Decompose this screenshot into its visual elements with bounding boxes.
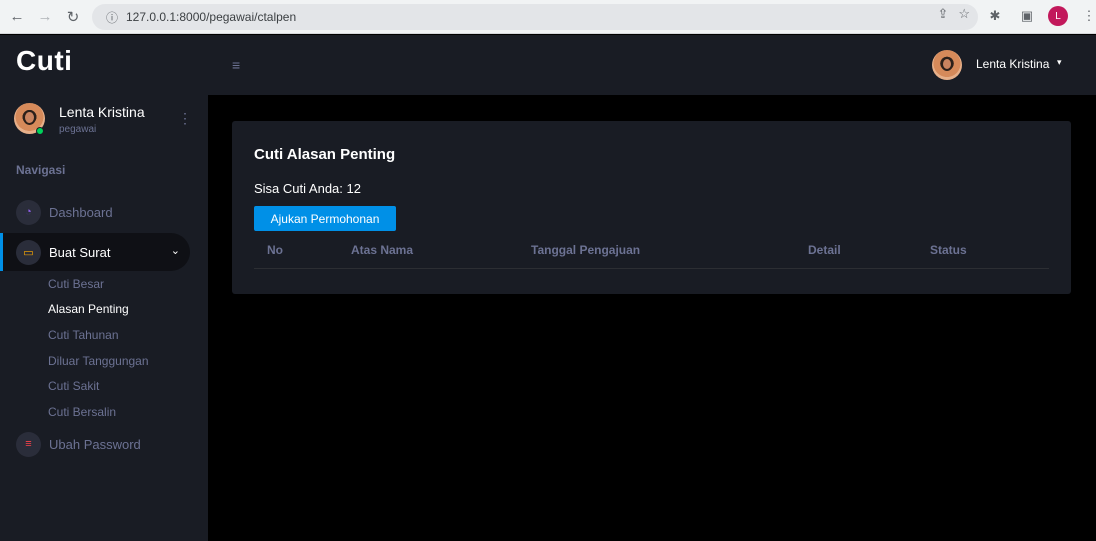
browser-actions: ✱ ▣ L ⋮ [984,5,1096,27]
laptop-icon: ▭ [16,239,41,265]
side-panel-icon[interactable]: ▣ [1016,5,1038,27]
profile-name: Lenta Kristina [59,104,145,120]
sidebar: Cuti Lenta Kristina pegawai ⋮ Navigasi ◔… [0,35,208,541]
brand: Cuti [0,35,208,95]
nav-section-title: Navigasi [16,163,66,177]
extensions-icon[interactable]: ✱ [984,5,1006,27]
navbar-avatar[interactable] [932,50,962,80]
table-header-tanggal-pengajuan: Tanggal Pengajuan [531,243,641,257]
caret-down-icon[interactable]: ▾ [1057,57,1062,68]
brand-logo-text[interactable]: Cuti [16,45,72,77]
forward-icon[interactable]: → [34,6,56,28]
reload-icon[interactable]: ↻ [62,6,84,28]
browser-profile-avatar[interactable]: L [1048,6,1068,26]
address-bar[interactable]: ⓘ 127.0.0.1:8000/pegawai/ctalpen ⇪ ☆ [92,4,978,30]
speedometer-icon: ◔ [16,199,41,225]
site-info-icon[interactable]: ⓘ [102,7,122,27]
sidebar-profile: Lenta Kristina pegawai ⋮ [14,103,194,143]
url-text[interactable]: 127.0.0.1:8000/pegawai/ctalpen [126,10,296,24]
chevron-down-icon: ⌄ [170,245,180,257]
submenu-item-cuti-sakit[interactable]: Cuti Sakit [48,379,99,393]
profile-role: pegawai [59,124,97,135]
submenu-item-cuti-tahunan[interactable]: Cuti Tahunan [48,328,119,342]
sidebar-item-ubah-password[interactable]: ≡ Ubah Password [0,425,190,463]
back-icon[interactable]: ← [6,6,28,28]
table-header-atas-nama: Atas Nama [351,243,414,257]
share-icon[interactable]: ⇪ [937,6,948,22]
table-header-detail: Detail [808,243,841,257]
browser-menu-icon[interactable]: ⋮ [1078,5,1096,27]
sidebar-item-dashboard[interactable]: ◔ Dashboard [0,193,190,231]
submit-request-button[interactable]: Ajukan Permohonan [254,206,396,231]
table-header-status: Status [930,243,967,257]
submenu-item-cuti-bersalin[interactable]: Cuti Bersalin [48,405,116,419]
top-navbar: ≡ Lenta Kristina ▾ [208,35,1096,95]
page-title: Cuti Alasan Penting [254,146,396,163]
sidebar-item-buat-surat[interactable]: ▭ Buat Surat ⌄ [0,233,190,271]
profile-options-icon[interactable]: ⋮ [178,111,192,125]
sidebar-item-label: Buat Surat [49,244,111,260]
app: Cuti Lenta Kristina pegawai ⋮ Navigasi ◔… [0,35,1096,541]
table-divider [254,268,1049,269]
table-header-no: No [267,243,283,257]
submenu-item-diluar-tanggungan[interactable]: Diluar Tanggungan [48,354,149,368]
leave-card: Cuti Alasan Penting Sisa Cuti Anda: 12 A… [232,121,1071,294]
browser-toolbar: ← → ↻ ⓘ 127.0.0.1:8000/pegawai/ctalpen ⇪… [0,0,1096,34]
sidebar-item-label: Dashboard [49,204,113,220]
online-status-dot [36,127,44,135]
bookmark-star-icon[interactable]: ☆ [958,6,970,22]
submenu-item-alasan-penting[interactable]: Alasan Penting [48,302,129,316]
key-icon: ≡ [16,431,41,457]
remaining-leave-text: Sisa Cuti Anda: 12 [254,181,361,196]
sidebar-item-label: Ubah Password [49,436,141,452]
address-bar-actions: ⇪ ☆ [937,6,970,22]
submenu-item-cuti-besar[interactable]: Cuti Besar [48,277,104,291]
hamburger-menu-icon[interactable]: ≡ [232,57,240,73]
navbar-user-name[interactable]: Lenta Kristina [976,57,1049,71]
